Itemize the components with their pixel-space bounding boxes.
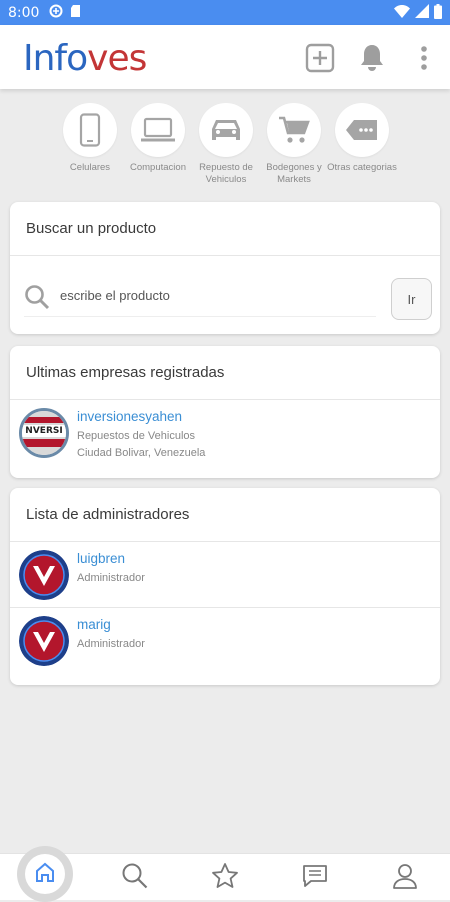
category-celulares[interactable]: Celulares <box>55 103 125 174</box>
search-row: escribe el producto Ir <box>10 256 440 333</box>
category-label: Computacion <box>130 162 186 173</box>
admin-name[interactable]: marig <box>77 617 111 632</box>
admin-role: Administrador <box>77 572 145 584</box>
category-bodegones[interactable]: Bodegones y Markets <box>259 103 329 186</box>
category-otras[interactable]: Otras categorias <box>327 103 397 174</box>
admin-name[interactable]: luigbren <box>77 551 125 566</box>
star-icon <box>211 862 239 895</box>
search-icon <box>121 862 149 895</box>
admin-row[interactable]: luigbren Administrador <box>10 542 440 608</box>
category-label: Otras categorias <box>327 162 397 173</box>
company-location: Ciudad Bolivar, Venezuela <box>77 447 206 459</box>
car-icon <box>199 103 253 157</box>
status-time: 8:00 <box>8 4 40 21</box>
wifi-icon <box>394 4 410 21</box>
category-label: Bodegones y Markets <box>266 162 322 185</box>
admin-role: Administrador <box>77 638 145 650</box>
logo-part-ves: ves <box>87 38 147 79</box>
status-bar: 8:00 <box>0 0 450 25</box>
admin-avatar <box>19 616 69 666</box>
search-input-underline <box>24 316 376 317</box>
app-bar: Infoves <box>0 25 450 89</box>
home-icon <box>34 861 56 888</box>
nav-profile[interactable] <box>385 860 425 896</box>
battery-icon <box>434 3 442 22</box>
add-icon[interactable] <box>303 41 337 75</box>
user-icon <box>391 862 419 895</box>
chat-icon <box>301 862 329 895</box>
companies-card: Ultimas empresas registradas NVERSI inve… <box>10 346 440 478</box>
nav-search[interactable] <box>115 860 155 896</box>
company-category: Repuestos de Vehiculos <box>77 430 196 442</box>
app-logo[interactable]: Infoves <box>23 38 147 79</box>
company-avatar-text: NVERSI <box>25 426 63 436</box>
category-repuesto-vehiculos[interactable]: Repuesto de Vehiculos <box>191 103 261 186</box>
logo-part-info: Info <box>23 38 88 79</box>
bottom-nav <box>0 846 450 902</box>
cart-icon <box>267 103 321 157</box>
more-vert-icon[interactable] <box>407 41 441 75</box>
admin-avatar <box>19 550 69 600</box>
search-input[interactable]: escribe el producto <box>60 288 380 303</box>
categories-row: Celulares Computacion Repuesto de Vehicu… <box>58 103 398 191</box>
search-go-button[interactable]: Ir <box>391 278 432 320</box>
company-row[interactable]: NVERSI inversionesyahen Repuestos de Veh… <box>10 400 440 466</box>
signal-icon <box>415 4 429 21</box>
notifications-bell-icon[interactable] <box>355 41 389 75</box>
nav-home[interactable] <box>25 854 65 894</box>
laptop-icon <box>131 103 185 157</box>
admin-row[interactable]: marig Administrador <box>10 608 440 674</box>
company-avatar: NVERSI <box>19 408 69 458</box>
data-saver-icon <box>49 4 63 21</box>
admins-card-title: Lista de administradores <box>10 488 440 542</box>
search-icon <box>24 284 50 315</box>
nav-messages[interactable] <box>295 860 335 896</box>
nav-favorites[interactable] <box>205 860 245 896</box>
search-card: Buscar un producto escribe el producto I… <box>10 202 440 334</box>
tag-icon <box>335 103 389 157</box>
category-label: Celulares <box>69 162 111 173</box>
category-label: Repuesto de Vehiculos <box>199 162 253 185</box>
company-name[interactable]: inversionesyahen <box>77 409 182 424</box>
companies-card-title: Ultimas empresas registradas <box>10 346 440 400</box>
admins-card: Lista de administradores luigbren Admini… <box>10 488 440 685</box>
phone-icon <box>63 103 117 157</box>
search-card-title: Buscar un producto <box>10 202 440 256</box>
sd-card-icon <box>70 4 81 21</box>
category-computacion[interactable]: Computacion <box>123 103 193 174</box>
